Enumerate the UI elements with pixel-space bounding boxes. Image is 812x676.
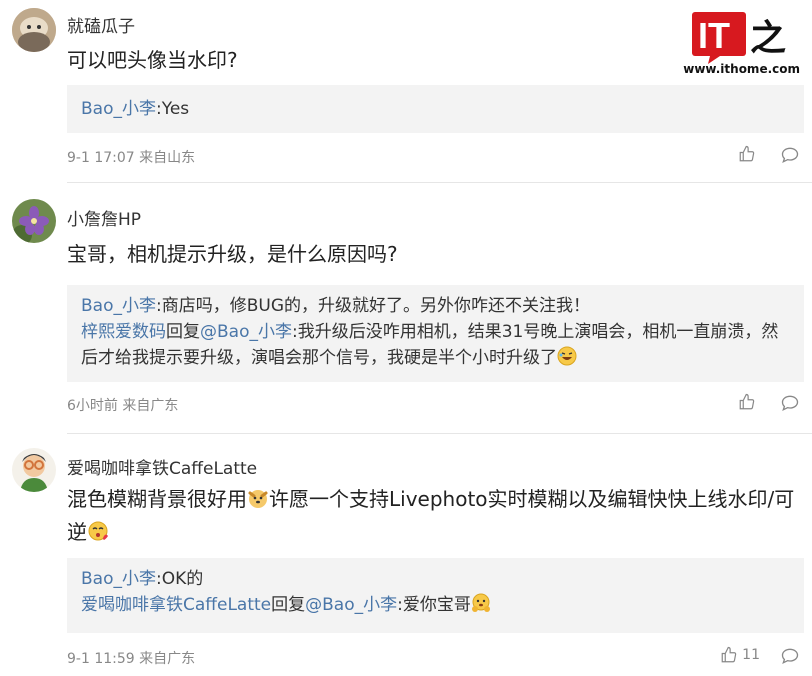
kissing-emoji-icon xyxy=(87,520,109,550)
comment-text-part: 混色模糊背景很好用 xyxy=(67,487,247,511)
reply-keyword: 回复 xyxy=(271,595,306,615)
avatar[interactable] xyxy=(12,448,56,492)
reply-line: Bao_小李:Yes xyxy=(81,93,790,125)
location: 来自山东 xyxy=(139,150,196,166)
speech-bubble-icon xyxy=(781,648,799,664)
reply-author[interactable]: Bao_小李 xyxy=(81,569,156,589)
reply-target[interactable]: @Bao_小李 xyxy=(305,595,397,615)
reply-author[interactable]: Bao_小李 xyxy=(81,99,156,119)
comment-text: 宝哥，相机提示升级，是什么原因吗? xyxy=(67,242,398,266)
reply-author[interactable]: 梓熙爱数码 xyxy=(81,322,166,342)
reply-box: Bao_小李:Yes xyxy=(67,85,804,133)
reply-line: 爱喝咖啡拿铁CaffeLatte回复@Bao_小李:爱你宝哥 xyxy=(81,592,790,621)
speech-bubble-icon xyxy=(781,147,799,163)
reply-line: 梓熙爱数码回复@Bao_小李:我升级后没咋用相机，结果31号晚上演唱会，相机一直… xyxy=(81,319,790,374)
reply-text: 商店吗，修BUG的，升级就好了。另外你咋还不关注我！ xyxy=(161,296,590,316)
reply-target[interactable]: @Bao_小李 xyxy=(200,322,292,342)
reply-button[interactable] xyxy=(780,145,800,169)
reply-button[interactable] xyxy=(780,646,800,670)
timestamp: 9-1 17:07 xyxy=(67,150,135,166)
username[interactable]: 爱喝咖啡拿铁CaffeLatte xyxy=(67,454,257,479)
thumbs-up-icon xyxy=(739,393,755,410)
dog-emoji-icon xyxy=(247,487,269,517)
like-button[interactable] xyxy=(738,393,760,411)
comment-meta: 9-1 11:59 来自广东 xyxy=(67,648,195,668)
avatar[interactable] xyxy=(12,8,56,52)
reply-box: Bao_小李:OK的 爱喝咖啡拿铁CaffeLatte回复@Bao_小李:爱你宝… xyxy=(67,558,804,633)
reply-keyword: 回复 xyxy=(166,322,200,342)
location: 来自广东 xyxy=(122,398,179,414)
reply-line: Bao_小李:商店吗，修BUG的，升级就好了。另外你咋还不关注我！ xyxy=(81,293,790,319)
laughing-emoji-icon xyxy=(557,346,577,374)
reply-author[interactable]: Bao_小李 xyxy=(81,296,156,316)
timestamp: 6小时前 xyxy=(67,398,118,414)
thumbs-up-icon xyxy=(721,646,737,663)
comment-1: 就磕瓜子 可以吧头像当水印? Bao_小李:Yes 9-1 17:07 来自山东 xyxy=(0,0,812,183)
speech-bubble-icon xyxy=(781,395,799,411)
like-count: 11 xyxy=(742,647,760,663)
comment-meta: 6小时前 来自广东 xyxy=(67,395,178,415)
comment-3: 爱喝咖啡拿铁CaffeLatte 混色模糊背景很好用 许愿一个支持Livepho… xyxy=(0,434,812,676)
comment-text: 混色模糊背景很好用 许愿一个支持Livephoto实时模糊以及编辑快快上线水印/… xyxy=(67,484,807,550)
reply-box: Bao_小李:商店吗，修BUG的，升级就好了。另外你咋还不关注我！ 梓熙爱数码回… xyxy=(67,285,804,382)
comment-2: 小詹詹HP 宝哥，相机提示升级，是什么原因吗? Bao_小李:商店吗，修BUG的… xyxy=(0,183,812,434)
like-button[interactable] xyxy=(738,145,760,163)
reply-text: Yes xyxy=(161,99,190,119)
reply-line: Bao_小李:OK的 xyxy=(81,566,790,592)
avatar[interactable] xyxy=(12,199,56,243)
comment-meta: 9-1 17:07 来自山东 xyxy=(67,147,195,167)
reply-author[interactable]: 爱喝咖啡拿铁CaffeLatte xyxy=(81,595,271,615)
username[interactable]: 就磕瓜子 xyxy=(67,12,135,37)
reply-text: OK的 xyxy=(161,569,204,589)
location: 来自广东 xyxy=(139,651,196,667)
reply-text: 爱你宝哥 xyxy=(402,595,471,615)
comment-text: 可以吧头像当水印? xyxy=(67,48,238,72)
reply-button[interactable] xyxy=(780,393,800,417)
username[interactable]: 小詹詹HP xyxy=(67,205,141,230)
timestamp: 9-1 11:59 xyxy=(67,651,135,667)
like-button[interactable]: 11 xyxy=(720,646,760,664)
thumbs-up-icon xyxy=(739,145,755,162)
hugging-emoji-icon xyxy=(471,593,491,621)
